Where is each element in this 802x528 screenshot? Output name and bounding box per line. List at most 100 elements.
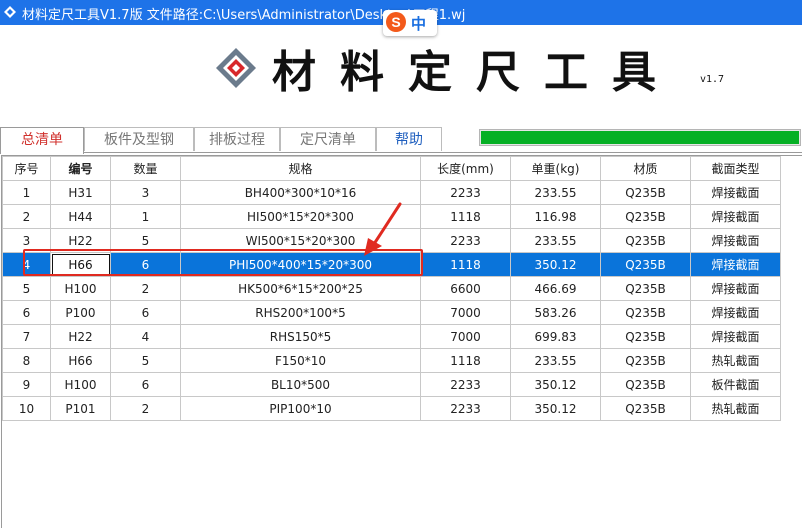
cell-code[interactable]: H22 — [50, 324, 111, 349]
col-header-unit-weight[interactable]: 单重(kg) — [510, 156, 601, 181]
ime-mode-label: 中 — [411, 15, 427, 33]
cell-section-type[interactable]: 热轧截面 — [690, 396, 781, 421]
app-heading: 材料定尺工具 — [272, 47, 680, 98]
cell-qty[interactable]: 2 — [110, 396, 181, 421]
tab-plates-sections[interactable]: 板件及型钢 — [84, 127, 194, 151]
tab-cut-list[interactable]: 定尺清单 — [280, 127, 376, 151]
col-header-spec[interactable]: 规格 — [180, 156, 421, 181]
cell-length[interactable]: 2233 — [420, 228, 511, 253]
tab-help[interactable]: 帮助 — [376, 127, 442, 151]
table-row[interactable]: 8 H66 5 F150*10 1118 233.55 Q235B 热轧截面 — [2, 348, 781, 373]
cell-qty[interactable]: 5 — [110, 348, 181, 373]
cell-qty[interactable]: 3 — [110, 180, 181, 205]
cell-index[interactable]: 10 — [2, 396, 51, 421]
cell-qty[interactable]: 4 — [110, 324, 181, 349]
cell-section-type[interactable]: 板件截面 — [690, 372, 781, 397]
cell-unit-weight[interactable]: 233.55 — [510, 180, 601, 205]
cell-section-type[interactable]: 焊接截面 — [690, 204, 781, 229]
cell-length[interactable]: 7000 — [420, 300, 511, 325]
cell-section-type[interactable]: 焊接截面 — [690, 324, 781, 349]
cell-section-type[interactable]: 热轧截面 — [690, 348, 781, 373]
cell-code[interactable]: P101 — [50, 396, 111, 421]
cell-unit-weight[interactable]: 583.26 — [510, 300, 601, 325]
cell-unit-weight[interactable]: 116.98 — [510, 204, 601, 229]
cell-material[interactable]: Q235B — [600, 300, 691, 325]
cell-unit-weight[interactable]: 350.12 — [510, 372, 601, 397]
cell-unit-weight[interactable]: 699.83 — [510, 324, 601, 349]
cell-material[interactable]: Q235B — [600, 276, 691, 301]
cell-spec[interactable]: F150*10 — [180, 348, 421, 373]
cell-spec[interactable]: HK500*6*15*200*25 — [180, 276, 421, 301]
cell-code[interactable]: H44 — [50, 204, 111, 229]
cell-material[interactable]: Q235B — [600, 348, 691, 373]
cell-spec[interactable]: PIP100*10 — [180, 396, 421, 421]
app-logo-icon — [216, 48, 256, 88]
cell-length[interactable]: 7000 — [420, 324, 511, 349]
tab-layout-process[interactable]: 排板过程 — [194, 127, 280, 151]
cell-index[interactable]: 8 — [2, 348, 51, 373]
cell-section-type[interactable]: 焊接截面 — [690, 276, 781, 301]
cell-index[interactable]: 7 — [2, 324, 51, 349]
cell-section-type[interactable]: 焊接截面 — [690, 252, 781, 277]
col-header-code[interactable]: 编号 — [50, 156, 111, 181]
cell-index[interactable]: 2 — [2, 204, 51, 229]
col-header-section-type[interactable]: 截面类型 — [690, 156, 781, 181]
cell-length[interactable]: 1118 — [420, 252, 511, 277]
cell-qty[interactable]: 6 — [110, 300, 181, 325]
cell-length[interactable]: 2233 — [420, 396, 511, 421]
app-icon — [4, 6, 16, 18]
table-row[interactable]: 7 H22 4 RHS150*5 7000 699.83 Q235B 焊接截面 — [2, 324, 781, 349]
cell-qty[interactable]: 1 — [110, 204, 181, 229]
cell-index[interactable]: 5 — [2, 276, 51, 301]
cell-length[interactable]: 6600 — [420, 276, 511, 301]
cell-material[interactable]: Q235B — [600, 180, 691, 205]
cell-qty[interactable]: 6 — [110, 372, 181, 397]
cell-spec[interactable]: BL10*500 — [180, 372, 421, 397]
sogou-icon: S — [386, 12, 406, 32]
cell-index[interactable]: 1 — [2, 180, 51, 205]
cell-unit-weight[interactable]: 466.69 — [510, 276, 601, 301]
cell-code[interactable]: H31 — [50, 180, 111, 205]
cell-unit-weight[interactable]: 350.12 — [510, 252, 601, 277]
cell-index[interactable]: 6 — [2, 300, 51, 325]
cell-material[interactable]: Q235B — [600, 228, 691, 253]
cell-material[interactable]: Q235B — [600, 396, 691, 421]
cell-spec[interactable]: RHS200*100*5 — [180, 300, 421, 325]
version-label: v1.7 — [700, 74, 725, 85]
table-row[interactable]: 6 P100 6 RHS200*100*5 7000 583.26 Q235B 焊接截面 — [2, 300, 781, 325]
cell-index[interactable]: 9 — [2, 372, 51, 397]
ime-indicator[interactable]: S 中 — [383, 10, 437, 36]
cell-material[interactable]: Q235B — [600, 324, 691, 349]
table-row[interactable]: 10 P101 2 PIP100*10 2233 350.12 Q235B 热轧截面 — [2, 396, 781, 421]
cell-material[interactable]: Q235B — [600, 204, 691, 229]
cell-length[interactable]: 1118 — [420, 204, 511, 229]
cell-code[interactable]: H100 — [50, 372, 111, 397]
progress-fill — [481, 131, 799, 144]
cell-spec[interactable]: RHS150*5 — [180, 324, 421, 349]
cell-length[interactable]: 1118 — [420, 348, 511, 373]
cell-code[interactable]: H100 — [50, 276, 111, 301]
cell-unit-weight[interactable]: 233.55 — [510, 228, 601, 253]
cell-code[interactable]: P100 — [50, 300, 111, 325]
annotation-arrow-icon — [364, 202, 402, 256]
cell-qty[interactable]: 2 — [110, 276, 181, 301]
progress-bar — [479, 129, 801, 146]
cell-material[interactable]: Q235B — [600, 372, 691, 397]
cell-unit-weight[interactable]: 233.55 — [510, 348, 601, 373]
tab-divider — [0, 152, 802, 153]
cell-unit-weight[interactable]: 350.12 — [510, 396, 601, 421]
cell-length[interactable]: 2233 — [420, 372, 511, 397]
cell-section-type[interactable]: 焊接截面 — [690, 300, 781, 325]
col-header-qty[interactable]: 数量 — [110, 156, 181, 181]
tab-summary[interactable]: 总清单 — [0, 127, 84, 154]
col-header-length[interactable]: 长度(mm) — [420, 156, 511, 181]
cell-section-type[interactable]: 焊接截面 — [690, 228, 781, 253]
table-row[interactable]: 9 H100 6 BL10*500 2233 350.12 Q235B 板件截面 — [2, 372, 781, 397]
col-header-material[interactable]: 材质 — [600, 156, 691, 181]
table-row[interactable]: 5 H100 2 HK500*6*15*200*25 6600 466.69 Q235B 焊接… — [2, 276, 781, 301]
cell-section-type[interactable]: 焊接截面 — [690, 180, 781, 205]
col-header-index[interactable]: 序号 — [2, 156, 51, 181]
cell-code[interactable]: H66 — [50, 348, 111, 373]
cell-material[interactable]: Q235B — [600, 252, 691, 277]
cell-length[interactable]: 2233 — [420, 180, 511, 205]
